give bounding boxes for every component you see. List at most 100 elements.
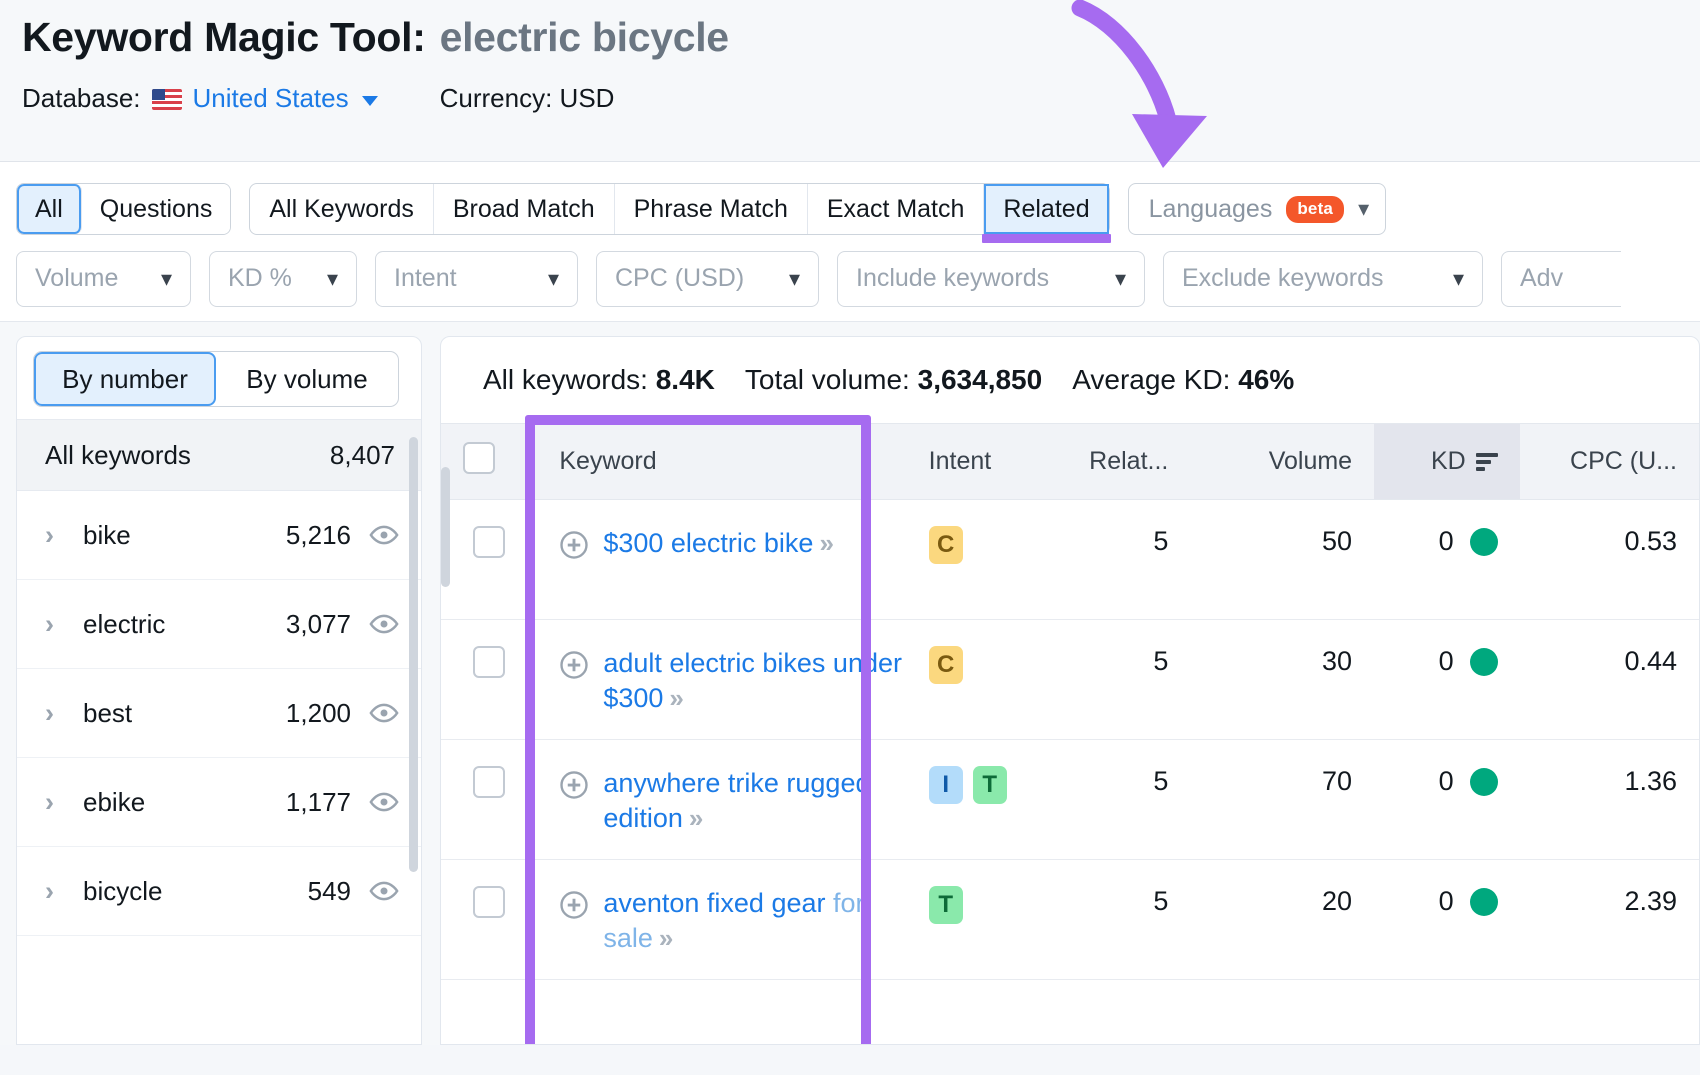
filter-intent[interactable]: Intent ▾ [375, 250, 578, 307]
expand-keyword-icon[interactable]: » [819, 528, 834, 558]
header-meta: Database: United States Currency: USD [22, 83, 1678, 114]
select-all-checkbox[interactable] [463, 442, 495, 474]
sidebar-all-keywords-count: 8,407 [329, 439, 395, 470]
row-volume-cell: 30 [1190, 619, 1375, 740]
eye-icon[interactable] [369, 787, 399, 817]
row-relat-cell: 5 [1040, 739, 1191, 860]
chevron-right-icon[interactable]: › [45, 698, 83, 729]
database-selector[interactable]: Database: United States [22, 83, 378, 114]
expand-keyword-icon[interactable]: » [669, 683, 684, 713]
keyword-groups-sidebar: By number By volume All keywords 8,407 ›… [16, 336, 422, 1045]
chevron-down-icon: ▾ [160, 265, 172, 291]
sidebar-item-best[interactable]: › best 1,200 [17, 669, 421, 758]
column-header-relat[interactable]: Relat... [1040, 423, 1191, 500]
sidebar-item-electric[interactable]: › electric 3,077 [17, 580, 421, 669]
expand-keyword-icon[interactable]: » [659, 923, 674, 953]
tab-broad-match[interactable]: Broad Match [434, 184, 615, 234]
filter-advanced-label: Adv [1520, 264, 1564, 292]
tab-languages[interactable]: Languages beta ▾ [1127, 183, 1387, 235]
sidebar-item-bike[interactable]: › bike 5,216 [17, 491, 421, 580]
table-row[interactable]: aventon fixed gear for sale» T 5 20 0 2.… [441, 859, 1699, 980]
filter-volume[interactable]: Volume ▾ [16, 250, 191, 307]
toggle-by-number[interactable]: By number [34, 352, 216, 406]
column-header-kd[interactable]: KD [1374, 423, 1520, 500]
table-scrollbar[interactable] [441, 467, 450, 587]
toggle-by-volume[interactable]: By volume [216, 352, 398, 406]
database-value[interactable]: United States [193, 83, 349, 114]
sidebar-item-bicycle[interactable]: › bicycle 549 [17, 847, 421, 936]
expand-keyword-icon[interactable]: » [689, 803, 704, 833]
tool-name: Keyword Magic Tool: [22, 14, 426, 60]
row-checkbox[interactable] [473, 766, 506, 798]
row-volume-cell: 50 [1190, 499, 1375, 620]
filter-cpc[interactable]: CPC (USD) ▾ [596, 250, 819, 307]
row-cpc-cell: 1.36 [1519, 739, 1699, 860]
tab-phrase-match[interactable]: Phrase Match [615, 184, 808, 234]
chevron-right-icon[interactable]: › [45, 787, 83, 818]
chevron-down-icon: ▾ [547, 265, 559, 291]
tab-exact-match[interactable]: Exact Match [808, 184, 985, 234]
filter-bar: Volume ▾ KD % ▾ Intent ▾ CPC (USD) ▾ Inc… [0, 240, 1700, 322]
tab-related[interactable]: Related [982, 184, 1111, 243]
tab-related-label: Related [1003, 194, 1090, 223]
intent-badge[interactable]: C [928, 526, 963, 564]
sidebar-item-label: electric [83, 608, 166, 639]
filter-advanced[interactable]: Adv [1501, 250, 1621, 307]
row-relat-cell: 5 [1040, 499, 1191, 620]
filter-exclude-keywords[interactable]: Exclude keywords ▾ [1163, 250, 1483, 307]
add-keyword-icon[interactable] [559, 770, 589, 809]
filter-kd[interactable]: KD % ▾ [209, 250, 357, 307]
intent-badge[interactable]: T [928, 886, 963, 924]
row-checkbox[interactable] [473, 646, 506, 678]
keyword-link[interactable]: aventon fixed gear [603, 888, 825, 918]
sort-icon[interactable] [1475, 452, 1498, 471]
chevron-down-icon: ▾ [1114, 265, 1126, 291]
row-kd-cell: 0 [1374, 859, 1520, 980]
chevron-right-icon[interactable]: › [45, 520, 83, 551]
sidebar-scrollbar[interactable] [409, 437, 418, 872]
chevron-down-icon: ▾ [788, 265, 800, 291]
row-checkbox[interactable] [473, 526, 506, 558]
sidebar-item-ebike[interactable]: › ebike 1,177 [17, 758, 421, 847]
eye-icon[interactable] [369, 698, 399, 728]
column-header-intent[interactable]: Intent [922, 423, 1041, 500]
table-row[interactable]: $300 electric bike» C 5 50 0 0.53 [441, 499, 1699, 620]
chevron-down-icon[interactable] [361, 95, 378, 106]
row-relat-cell: 5 [1040, 619, 1191, 740]
row-checkbox[interactable] [473, 886, 506, 918]
chevron-right-icon[interactable]: › [45, 876, 83, 907]
sidebar-item-count: 1,200 [285, 697, 351, 728]
annotation-arrow-icon [1071, 0, 1207, 168]
column-header-keyword[interactable]: Keyword [537, 423, 923, 500]
add-keyword-icon[interactable] [559, 890, 589, 929]
keyword-link[interactable]: adult electric bikes under $300 [603, 648, 902, 713]
add-keyword-icon[interactable] [559, 530, 589, 569]
intent-badge[interactable]: T [972, 766, 1007, 804]
table-row[interactable]: adult electric bikes under $300» C 5 30 [441, 619, 1699, 740]
intent-badge[interactable]: I [928, 766, 963, 804]
tab-questions[interactable]: Questions [81, 184, 231, 234]
sidebar-toggle-wrap: By number By volume [17, 337, 421, 419]
eye-icon[interactable] [369, 876, 399, 906]
column-header-volume[interactable]: Volume [1190, 423, 1375, 500]
add-keyword-icon[interactable] [559, 650, 589, 689]
kd-status-dot [1469, 527, 1498, 556]
intent-badge[interactable]: C [928, 646, 963, 684]
table-row[interactable]: anywhere trike rugged edition» I T 5 70 [441, 739, 1699, 860]
keyword-link[interactable]: anywhere trike rugged edition [603, 768, 870, 833]
tab-all[interactable]: All [17, 184, 82, 234]
summary-average-kd-label: Average KD: [1072, 364, 1231, 395]
filter-include-keywords[interactable]: Include keywords ▾ [837, 250, 1145, 307]
eye-icon[interactable] [369, 520, 399, 550]
eye-icon[interactable] [369, 609, 399, 639]
row-volume-cell: 20 [1190, 859, 1375, 980]
row-select-cell [441, 859, 538, 980]
column-header-cpc[interactable]: CPC (U... [1519, 423, 1699, 500]
sidebar-all-keywords-row[interactable]: All keywords 8,407 [17, 419, 421, 491]
chevron-down-icon[interactable]: ▾ [1358, 198, 1369, 220]
chevron-right-icon[interactable]: › [45, 609, 83, 640]
row-kd-cell: 0 [1374, 739, 1520, 860]
tab-all-keywords[interactable]: All Keywords [250, 184, 434, 234]
keyword-link[interactable]: $300 electric bike [603, 528, 813, 558]
row-keyword-cell: aventon fixed gear for sale» [537, 859, 923, 980]
